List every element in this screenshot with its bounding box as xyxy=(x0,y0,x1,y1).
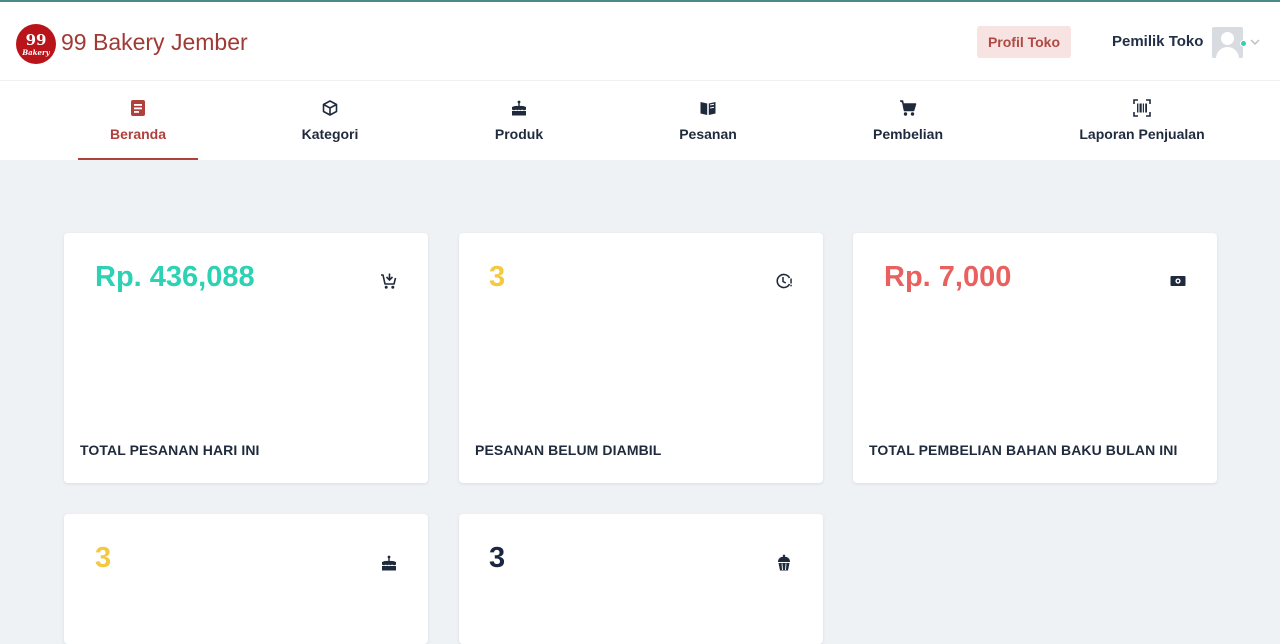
cupcake-icon xyxy=(778,554,790,571)
stat-caption: TOTAL PESANAN HARI INI xyxy=(80,442,260,458)
nav-label-kategori: Kategori xyxy=(301,126,359,142)
avatar[interactable] xyxy=(1212,27,1243,58)
stat-card-kategori[interactable]: 3 xyxy=(459,514,823,644)
cube-icon xyxy=(322,100,338,116)
nav-label-beranda: Beranda xyxy=(109,126,167,142)
cart-icon xyxy=(900,100,917,116)
book-icon xyxy=(700,102,716,115)
nav-item-kategori[interactable]: Kategori xyxy=(290,81,370,160)
clock-alert-icon xyxy=(776,273,792,289)
top-header: 99 Bakery 99 Bakery Jember Profil Toko P… xyxy=(0,0,1280,81)
profil-toko-button[interactable]: Profil Toko xyxy=(977,26,1071,58)
cash-icon xyxy=(1170,276,1186,286)
stat-card-produk[interactable]: 3 xyxy=(64,514,428,644)
brand-logo[interactable]: 99 Bakery xyxy=(16,24,56,64)
active-tab-underline xyxy=(78,158,198,160)
nav-label-pembelian: Pembelian xyxy=(872,126,944,142)
main-nav: Beranda Kategori Produk Pesanan Pembelia… xyxy=(0,81,1280,160)
nav-item-pesanan[interactable]: Pesanan xyxy=(668,81,748,160)
nav-item-beranda[interactable]: Beranda xyxy=(78,81,198,160)
nav-label-produk: Produk xyxy=(494,126,544,142)
avatar-body xyxy=(1216,47,1239,58)
stat-caption: PESANAN BELUM DIAMBIL xyxy=(475,442,662,458)
logo-script: Bakery xyxy=(22,48,50,57)
cake-icon xyxy=(512,100,526,116)
stat-card-pesanan-belum-diambil[interactable]: 3 PESANAN BELUM DIAMBIL xyxy=(459,233,823,483)
stat-value: Rp. 436,088 xyxy=(95,261,255,293)
nav-item-laporan-penjualan[interactable]: Laporan Penjualan xyxy=(1072,81,1212,160)
online-status-dot xyxy=(1240,40,1247,47)
user-name[interactable]: Pemilik Toko xyxy=(1112,33,1203,50)
stat-value: 3 xyxy=(489,261,506,293)
cake-icon xyxy=(382,555,396,571)
stat-card-total-pembelian[interactable]: Rp. 7,000 TOTAL PEMBELIAN BAHAN BAKU BUL… xyxy=(853,233,1217,483)
nav-item-produk[interactable]: Produk xyxy=(479,81,559,160)
stat-card-total-pesanan[interactable]: Rp. 436,088 TOTAL PESANAN HARI INI xyxy=(64,233,428,483)
stat-value: 3 xyxy=(95,542,112,574)
stat-caption: TOTAL PEMBELIAN BAHAN BAKU BULAN INI xyxy=(869,442,1178,458)
document-icon xyxy=(131,100,145,116)
nav-label-pesanan: Pesanan xyxy=(679,126,737,142)
chevron-down-icon[interactable] xyxy=(1250,37,1260,47)
brand-name[interactable]: 99 Bakery Jember xyxy=(61,29,248,56)
barcode-icon xyxy=(1133,99,1151,117)
avatar-head xyxy=(1221,32,1234,45)
logo-number: 99 xyxy=(25,31,47,49)
stat-value: 3 xyxy=(489,542,506,574)
cart-plus-icon xyxy=(381,273,397,289)
nav-label-laporan-penjualan: Laporan Penjualan xyxy=(1079,126,1205,142)
stat-value: Rp. 7,000 xyxy=(884,261,1012,293)
nav-item-pembelian[interactable]: Pembelian xyxy=(863,81,953,160)
